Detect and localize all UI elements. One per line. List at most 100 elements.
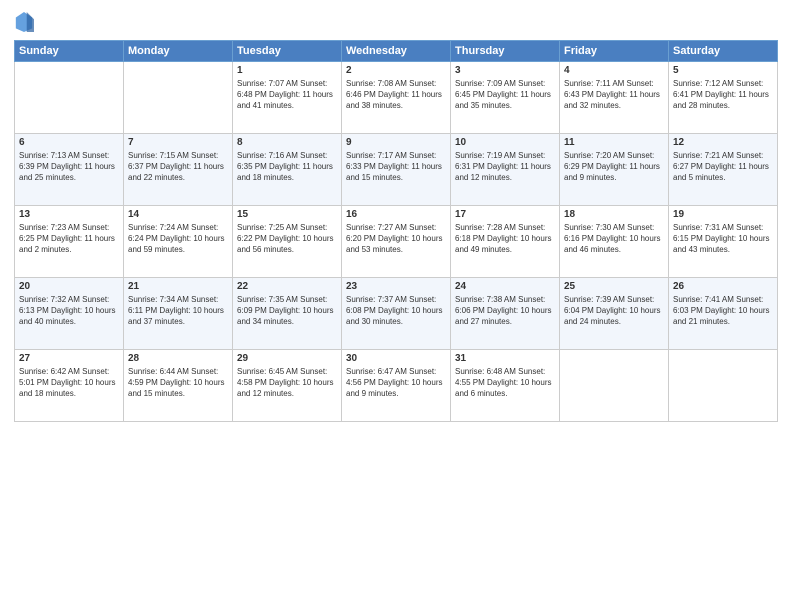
day-number: 19 <box>673 209 773 220</box>
day-info: Sunrise: 7:13 AM Sunset: 6:39 PM Dayligh… <box>19 150 119 184</box>
day-info: Sunrise: 7:09 AM Sunset: 6:45 PM Dayligh… <box>455 78 555 112</box>
day-number: 27 <box>19 353 119 364</box>
day-info: Sunrise: 7:34 AM Sunset: 6:11 PM Dayligh… <box>128 294 228 328</box>
weekday-header: Tuesday <box>233 41 342 62</box>
day-info: Sunrise: 7:30 AM Sunset: 6:16 PM Dayligh… <box>564 222 664 256</box>
day-number: 21 <box>128 281 228 292</box>
calendar-cell: 16Sunrise: 7:27 AM Sunset: 6:20 PM Dayli… <box>342 206 451 278</box>
weekday-header: Friday <box>560 41 669 62</box>
calendar-week-row: 13Sunrise: 7:23 AM Sunset: 6:25 PM Dayli… <box>15 206 778 278</box>
calendar-table: SundayMondayTuesdayWednesdayThursdayFrid… <box>14 40 778 422</box>
day-info: Sunrise: 7:07 AM Sunset: 6:48 PM Dayligh… <box>237 78 337 112</box>
calendar-cell: 3 Sunrise: 7:09 AM Sunset: 6:45 PM Daylig… <box>451 62 560 134</box>
day-info: Sunrise: 7:28 AM Sunset: 6:18 PM Dayligh… <box>455 222 555 256</box>
day-info: Sunrise: 7:15 AM Sunset: 6:37 PM Dayligh… <box>128 150 228 184</box>
calendar-cell: 25 Sunrise: 7:39 AM Sunset: 6:04 PM Dayli… <box>560 278 669 350</box>
calendar-cell: 23Sunrise: 7:37 AM Sunset: 6:08 PM Dayli… <box>342 278 451 350</box>
day-number: 18 <box>564 209 664 220</box>
calendar-body: 1 Sunrise: 7:07 AM Sunset: 6:48 PM Daylig… <box>15 62 778 422</box>
calendar-cell: 7 Sunrise: 7:15 AM Sunset: 6:37 PM Daylig… <box>124 134 233 206</box>
calendar-cell: 24Sunrise: 7:38 AM Sunset: 6:06 PM Dayli… <box>451 278 560 350</box>
weekday-header: Sunday <box>15 41 124 62</box>
day-info: Sunrise: 7:12 AM Sunset: 6:41 PM Dayligh… <box>673 78 773 112</box>
calendar-cell: 13Sunrise: 7:23 AM Sunset: 6:25 PM Dayli… <box>15 206 124 278</box>
day-info: Sunrise: 6:42 AM Sunset: 5:01 PM Dayligh… <box>19 366 119 400</box>
calendar-cell: 14 Sunrise: 7:24 AM Sunset: 6:24 PM Dayli… <box>124 206 233 278</box>
day-number: 22 <box>237 281 337 292</box>
day-info: Sunrise: 7:19 AM Sunset: 6:31 PM Dayligh… <box>455 150 555 184</box>
day-info: Sunrise: 6:48 AM Sunset: 4:55 PM Dayligh… <box>455 366 555 400</box>
logo <box>14 10 37 34</box>
calendar-cell: 21 Sunrise: 7:34 AM Sunset: 6:11 PM Dayli… <box>124 278 233 350</box>
day-info: Sunrise: 7:35 AM Sunset: 6:09 PM Dayligh… <box>237 294 337 328</box>
calendar-page: SundayMondayTuesdayWednesdayThursdayFrid… <box>0 0 792 612</box>
calendar-cell: 1 Sunrise: 7:07 AM Sunset: 6:48 PM Daylig… <box>233 62 342 134</box>
calendar-header: SundayMondayTuesdayWednesdayThursdayFrid… <box>15 41 778 62</box>
day-number: 28 <box>128 353 228 364</box>
day-info: Sunrise: 7:16 AM Sunset: 6:35 PM Dayligh… <box>237 150 337 184</box>
day-number: 17 <box>455 209 555 220</box>
day-number: 4 <box>564 65 664 76</box>
calendar-cell: 22 Sunrise: 7:35 AM Sunset: 6:09 PM Dayli… <box>233 278 342 350</box>
day-info: Sunrise: 7:25 AM Sunset: 6:22 PM Dayligh… <box>237 222 337 256</box>
day-info: Sunrise: 7:24 AM Sunset: 6:24 PM Dayligh… <box>128 222 228 256</box>
day-number: 14 <box>128 209 228 220</box>
day-number: 29 <box>237 353 337 364</box>
calendar-cell: 10 Sunrise: 7:19 AM Sunset: 6:31 PM Dayli… <box>451 134 560 206</box>
day-info: Sunrise: 7:38 AM Sunset: 6:06 PM Dayligh… <box>455 294 555 328</box>
calendar-cell <box>15 62 124 134</box>
weekday-header: Wednesday <box>342 41 451 62</box>
logo-icon <box>14 10 34 34</box>
day-info: Sunrise: 7:41 AM Sunset: 6:03 PM Dayligh… <box>673 294 773 328</box>
day-number: 8 <box>237 137 337 148</box>
day-number: 7 <box>128 137 228 148</box>
calendar-cell <box>124 62 233 134</box>
calendar-cell: 8 Sunrise: 7:16 AM Sunset: 6:35 PM Daylig… <box>233 134 342 206</box>
day-number: 26 <box>673 281 773 292</box>
day-number: 12 <box>673 137 773 148</box>
calendar-week-row: 27 Sunrise: 6:42 AM Sunset: 5:01 PM Dayli… <box>15 350 778 422</box>
calendar-cell: 17 Sunrise: 7:28 AM Sunset: 6:18 PM Dayli… <box>451 206 560 278</box>
day-number: 2 <box>346 65 446 76</box>
day-info: Sunrise: 7:31 AM Sunset: 6:15 PM Dayligh… <box>673 222 773 256</box>
calendar-cell: 19 Sunrise: 7:31 AM Sunset: 6:15 PM Dayli… <box>669 206 778 278</box>
day-info: Sunrise: 7:39 AM Sunset: 6:04 PM Dayligh… <box>564 294 664 328</box>
day-info: Sunrise: 6:47 AM Sunset: 4:56 PM Dayligh… <box>346 366 446 400</box>
calendar-cell: 15 Sunrise: 7:25 AM Sunset: 6:22 PM Dayli… <box>233 206 342 278</box>
day-number: 1 <box>237 65 337 76</box>
calendar-cell: 2 Sunrise: 7:08 AM Sunset: 6:46 PM Daylig… <box>342 62 451 134</box>
header <box>14 10 778 34</box>
day-info: Sunrise: 7:08 AM Sunset: 6:46 PM Dayligh… <box>346 78 446 112</box>
day-number: 16 <box>346 209 446 220</box>
day-number: 13 <box>19 209 119 220</box>
calendar-cell: 6Sunrise: 7:13 AM Sunset: 6:39 PM Daylig… <box>15 134 124 206</box>
calendar-cell: 18 Sunrise: 7:30 AM Sunset: 6:16 PM Dayli… <box>560 206 669 278</box>
day-info: Sunrise: 7:20 AM Sunset: 6:29 PM Dayligh… <box>564 150 664 184</box>
calendar-cell: 20Sunrise: 7:32 AM Sunset: 6:13 PM Dayli… <box>15 278 124 350</box>
day-number: 30 <box>346 353 446 364</box>
calendar-week-row: 1 Sunrise: 7:07 AM Sunset: 6:48 PM Daylig… <box>15 62 778 134</box>
day-number: 5 <box>673 65 773 76</box>
day-number: 3 <box>455 65 555 76</box>
day-number: 20 <box>19 281 119 292</box>
calendar-cell: 11Sunrise: 7:20 AM Sunset: 6:29 PM Dayli… <box>560 134 669 206</box>
day-info: Sunrise: 6:45 AM Sunset: 4:58 PM Dayligh… <box>237 366 337 400</box>
day-info: Sunrise: 7:17 AM Sunset: 6:33 PM Dayligh… <box>346 150 446 184</box>
weekday-header: Monday <box>124 41 233 62</box>
day-number: 10 <box>455 137 555 148</box>
calendar-cell: 28Sunrise: 6:44 AM Sunset: 4:59 PM Dayli… <box>124 350 233 422</box>
calendar-cell: 9 Sunrise: 7:17 AM Sunset: 6:33 PM Daylig… <box>342 134 451 206</box>
day-number: 25 <box>564 281 664 292</box>
calendar-cell: 29 Sunrise: 6:45 AM Sunset: 4:58 PM Dayli… <box>233 350 342 422</box>
calendar-cell <box>669 350 778 422</box>
day-number: 9 <box>346 137 446 148</box>
day-info: Sunrise: 7:21 AM Sunset: 6:27 PM Dayligh… <box>673 150 773 184</box>
calendar-cell: 4 Sunrise: 7:11 AM Sunset: 6:43 PM Daylig… <box>560 62 669 134</box>
calendar-cell: 30 Sunrise: 6:47 AM Sunset: 4:56 PM Dayli… <box>342 350 451 422</box>
day-info: Sunrise: 7:11 AM Sunset: 6:43 PM Dayligh… <box>564 78 664 112</box>
calendar-week-row: 6Sunrise: 7:13 AM Sunset: 6:39 PM Daylig… <box>15 134 778 206</box>
day-number: 15 <box>237 209 337 220</box>
calendar-cell <box>560 350 669 422</box>
calendar-cell: 26 Sunrise: 7:41 AM Sunset: 6:03 PM Dayli… <box>669 278 778 350</box>
calendar-week-row: 20Sunrise: 7:32 AM Sunset: 6:13 PM Dayli… <box>15 278 778 350</box>
